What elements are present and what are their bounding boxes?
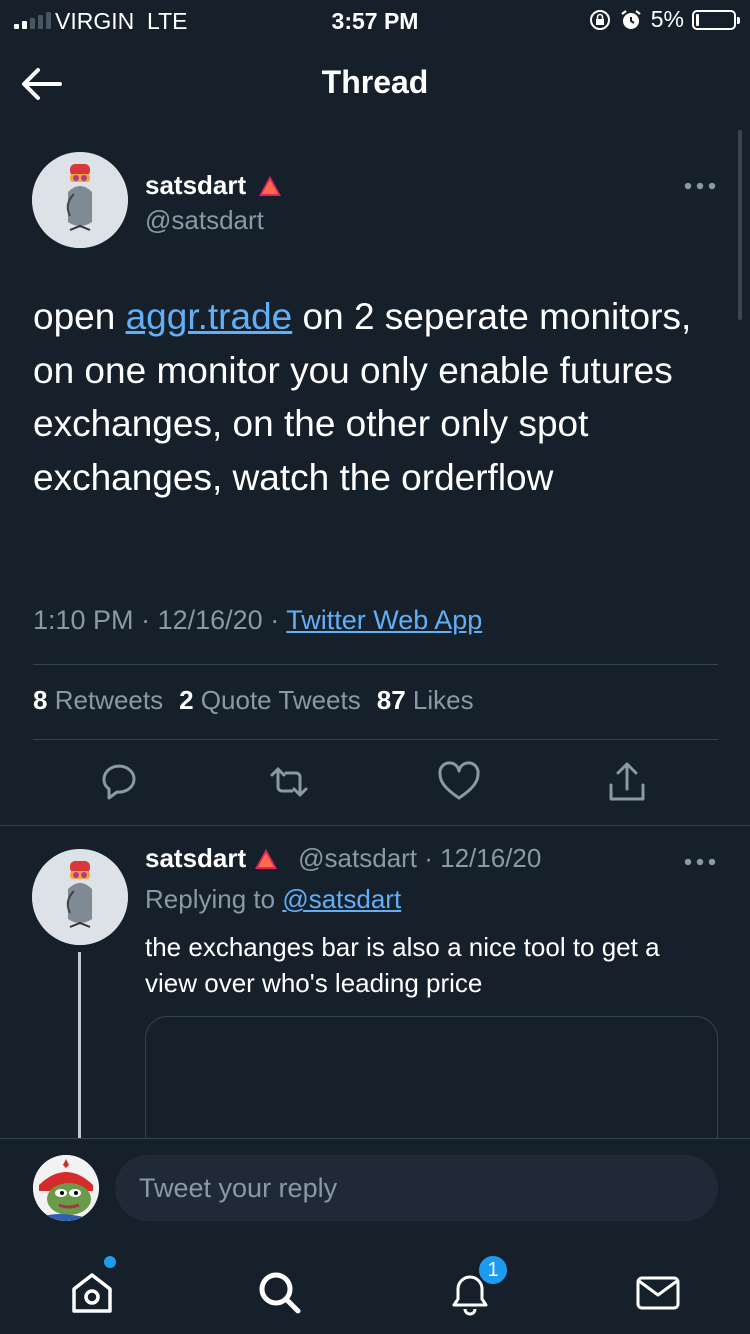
home-icon[interactable]	[62, 1263, 122, 1323]
tweet-meta: 1:10 PM · 12/16/20 · Twitter Web App	[33, 605, 483, 635]
replying-to-handle[interactable]: @satsdart	[282, 884, 401, 914]
retweets-stat[interactable]: 8 Retweets	[33, 685, 163, 716]
reply-icon[interactable]	[94, 757, 144, 807]
author-handle[interactable]: @satsdart	[145, 205, 264, 236]
reply-handle-date[interactable]: @satsdart · 12/16/20	[298, 843, 541, 874]
triangle-badge-icon	[255, 848, 278, 869]
home-new-indicator	[104, 1256, 116, 1268]
tweet-source-link[interactable]: Twitter Web App	[286, 605, 482, 635]
bottom-panel: Tweet your reply	[0, 1138, 750, 1334]
tweet-stats: 8 Retweets 2 Quote Tweets 87 Likes	[33, 685, 474, 716]
messages-mail-icon[interactable]	[628, 1263, 688, 1323]
scrollbar[interactable]	[738, 130, 742, 320]
page-title: Thread	[321, 64, 429, 100]
triangle-badge-icon	[259, 175, 282, 196]
divider	[33, 739, 718, 740]
orientation-lock-icon	[589, 9, 610, 30]
share-icon[interactable]	[602, 757, 652, 807]
reply-author-name[interactable]: satsdart	[145, 843, 246, 874]
reply-input[interactable]: Tweet your reply	[115, 1155, 718, 1221]
more-options-icon[interactable]	[680, 852, 720, 872]
likes-stat[interactable]: 87 Likes	[377, 685, 474, 716]
notification-badge: 1	[477, 1254, 509, 1286]
reply-tweet-body: the exchanges bar is also a nice tool to…	[145, 932, 660, 998]
alarm-icon	[621, 9, 641, 29]
status-bar: VIRGIN LTE 3:57 PM 5%	[0, 0, 750, 40]
my-avatar[interactable]	[33, 1155, 99, 1221]
tweet-time: 1:10 PM	[33, 605, 134, 635]
thread-connector-line	[78, 952, 81, 1138]
reply-author-avatar[interactable]	[32, 849, 128, 945]
divider	[0, 825, 750, 826]
search-icon[interactable]	[250, 1263, 310, 1323]
battery-level	[696, 13, 699, 26]
divider	[33, 664, 718, 665]
replying-to: Replying to @satsdart	[145, 884, 401, 915]
avatar-character-icon	[32, 152, 128, 248]
tweet-link[interactable]: aggr.trade	[126, 296, 293, 337]
frog-avatar-icon	[33, 1155, 99, 1221]
like-heart-icon[interactable]	[434, 757, 484, 807]
battery-icon	[692, 9, 740, 30]
author-avatar[interactable]	[32, 152, 128, 248]
tweet-body: open aggr.trade on 2 seperate monitors, …	[33, 290, 723, 504]
media-card[interactable]	[145, 1016, 718, 1156]
avatar-character-icon	[32, 849, 128, 945]
retweet-icon[interactable]	[264, 757, 314, 807]
replying-to-label: Replying to	[145, 884, 276, 914]
quote-tweets-stat[interactable]: 2 Quote Tweets	[179, 685, 361, 716]
tweet-text-start: open	[33, 296, 126, 337]
tweet-date: 12/16/20	[157, 605, 263, 635]
more-options-icon[interactable]	[680, 176, 720, 196]
battery-percent: 5%	[650, 6, 684, 32]
author-name[interactable]: satsdart	[145, 170, 246, 201]
